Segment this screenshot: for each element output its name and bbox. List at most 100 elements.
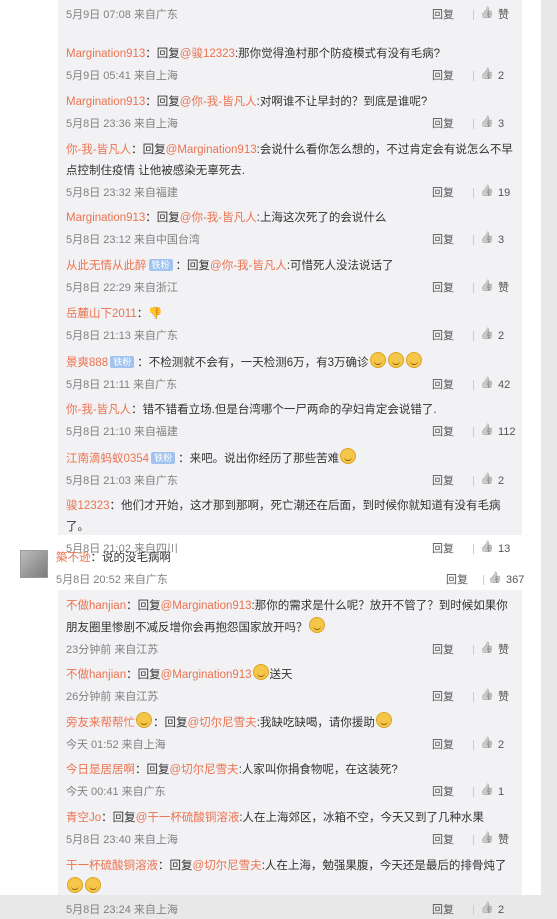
comment-body: :人家叫你捐食物呢，在这装死? [238,764,398,776]
like-button[interactable]: 👍 2 [480,901,516,919]
thumbs-up-icon: 👍 [480,689,494,701]
like-count: 赞 [498,644,509,656]
mention-link[interactable]: @Margination913 [166,144,257,156]
like-button[interactable]: 👍 2 [480,67,516,85]
reply-meta: 5月8日 23:40 来自上海 回复 👍 赞 [66,831,516,849]
source-location: 来自上海 [133,118,178,130]
reply-button[interactable]: 回复 [432,6,454,24]
comment-body: 说的没毛病啊 [102,552,171,564]
username[interactable]: 你-我-皆凡人 [66,144,131,156]
reply-button[interactable]: 回复 [432,472,454,490]
reply-button[interactable]: 回复 [432,831,454,849]
timestamp: 5月8日 22:29 [66,282,131,294]
like-button[interactable]: 👍 3 [480,231,516,249]
reply-button[interactable]: 回复 [432,736,454,754]
mention-link[interactable]: @你-我-皆凡人 [180,212,257,224]
like-button[interactable]: 👍 1 [480,783,516,801]
reply-button[interactable]: 回复 [432,115,454,133]
username[interactable]: 今日是居居啊 [66,764,135,776]
username[interactable]: 築不逊 [56,552,91,564]
like-button[interactable]: 👍 赞 [480,831,516,849]
reply-button[interactable]: 回复 [432,901,454,919]
reply-meta: 5月8日 23:12 来自中国台湾 回复 👍 3 [66,231,516,249]
reply-item: 你-我-皆凡人：错不错看立场.但是台湾哪个一尸两命的孕妇肯定会说错了. 5月8日 … [66,400,516,441]
fan-badge: 铁粉 [110,356,135,368]
mention-link[interactable]: @骏12323 [180,48,235,60]
timestamp: 5月8日 23:12 [66,234,131,246]
reply-text: 岳麓山下2011：👎 [66,308,163,320]
username[interactable]: Margination913 [66,48,145,60]
comment-body: :那你的需求是什么呢？放开不管了？到时候如果你朋友圈里惨剧不减反增你会再抱怨国家… [66,600,508,634]
mention-link[interactable]: @你-我-皆凡人 [210,260,287,272]
reply-item: 从此无情从此醉 铁粉 ：回复@你-我-皆凡人:可惜死人没法说话了 5月8日 22:29… [66,256,516,297]
username[interactable]: 青空Jo [66,812,101,824]
reply-button[interactable]: 回复 [432,783,454,801]
username[interactable]: 骏12323 [66,500,109,512]
reply-text: 不做hanjian：回复@Margination913:那你的需求是什么呢？放开… [66,600,508,634]
reply-button[interactable]: 回复 [432,279,454,297]
reply-button[interactable]: 回复 [432,641,454,659]
reply-button[interactable]: 回复 [432,376,454,394]
timestamp: 23分钟前 [66,644,112,656]
username[interactable]: 景爽888 [66,357,108,369]
source-location: 来自广东 [133,9,178,21]
reply-button[interactable]: 回复 [446,571,468,589]
reply-text: Margination913：回复@你-我-皆凡人:上海这次死了的会说什么 [66,212,387,224]
like-button[interactable]: 👍 2 [480,472,516,490]
avatar[interactable] [20,550,48,578]
username[interactable]: Margination913 [66,212,145,224]
like-button[interactable]: 👍 42 [480,376,516,394]
username[interactable]: 干一杯硫酸铜溶液 [66,860,158,872]
mention-link[interactable]: @Margination913 [161,669,252,681]
reply-button[interactable]: 回复 [432,184,454,202]
source-location: 来自广东 [123,574,168,586]
divider [473,10,474,20]
like-button[interactable]: 👍 19 [480,184,516,202]
username[interactable]: 不做hanjian [66,669,126,681]
like-button[interactable]: 👍 赞 [480,6,516,24]
mention-link[interactable]: @切尔尼雪夫 [193,860,262,872]
like-button[interactable]: 👍 112 [480,423,516,441]
reply-text: 你-我-皆凡人：错不错看立场.但是台湾哪个一尸两命的孕妇肯定会说错了. [66,404,437,416]
like-button[interactable]: 👍 2 [480,736,516,754]
username[interactable]: 从此无情从此醉 [66,260,147,272]
like-button[interactable]: 👍 赞 [480,688,516,706]
reply-button[interactable]: 回复 [432,67,454,85]
mention-link[interactable]: @干一杯硫酸铜溶液 [136,812,240,824]
like-button[interactable]: 👍 367 [488,571,524,589]
like-button[interactable]: 👍 赞 [480,279,516,297]
reply-text: 景爽888 铁粉 ：不检测就不会有，一天检测6万，有3万确诊 [66,352,516,374]
reply-button[interactable]: 回复 [432,327,454,345]
like-count: 赞 [498,282,509,294]
reply-meta: 26分钟前 来自江苏 回复 👍 赞 [66,688,516,706]
source-location: 来自福建 [133,426,178,438]
reply-item: 青空Jo：回复@干一杯硫酸铜溶液:人在上海郊区，冰箱不空，今天又到了几种水果 5月… [66,808,516,849]
username[interactable]: Margination913 [66,96,145,108]
scrollbar[interactable] [541,0,557,895]
like-count: 赞 [498,834,509,846]
like-button[interactable]: 👍 2 [480,327,516,345]
smile-emoji-icon [405,352,422,368]
reply-button[interactable]: 回复 [432,688,454,706]
reply-button[interactable]: 回复 [432,423,454,441]
mention-link[interactable]: @切尔尼雪夫 [170,764,239,776]
reply-keyword: 回复 [156,212,180,224]
timestamp: 5月8日 20:52 [56,574,121,586]
mention-link[interactable]: @Margination913 [161,600,252,612]
username[interactable]: 你-我-皆凡人 [66,404,131,416]
username[interactable]: 岳麓山下2011 [66,308,137,320]
mention-link[interactable]: @切尔尼雪夫 [188,717,257,729]
like-button[interactable]: 👍 3 [480,115,516,133]
timestamp: 今天 01:52 [66,739,119,751]
username[interactable]: 不做hanjian [66,600,126,612]
smile-emoji-icon [85,877,101,893]
reply-button[interactable]: 回复 [432,231,454,249]
username[interactable]: 江南滴蚂蚁0354 [66,453,149,465]
reply-text: 从此无情从此醉 铁粉 ：回复@你-我-皆凡人:可惜死人没法说话了 [66,259,394,272]
reply-item: 景爽888 铁粉 ：不检测就不会有，一天检测6万，有3万确诊 5月8日 21:11 来… [66,352,516,394]
username[interactable]: 旁友来帮帮忙 [66,717,135,729]
reply-keyword: 回复 [146,764,170,776]
like-button[interactable]: 👍 赞 [480,641,516,659]
mention-link[interactable]: @你-我-皆凡人 [180,96,257,108]
thumbs-up-icon: 👍 [488,572,502,584]
